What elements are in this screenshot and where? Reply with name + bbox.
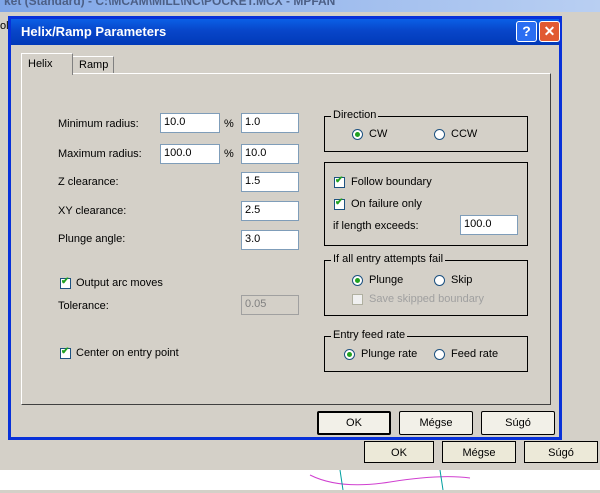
tolerance-label: Tolerance:: [58, 300, 109, 312]
on-failure-only-label: On failure only: [351, 198, 422, 210]
entry-fail-group-title: If all entry attempts fail: [331, 253, 446, 265]
direction-group: Direction CW CCW: [324, 109, 528, 152]
follow-boundary-label: Follow boundary: [351, 176, 432, 188]
background-graphics-area: [0, 469, 600, 491]
help-button[interactable]: Súgó: [481, 411, 555, 435]
follow-boundary-checkbox[interactable]: [334, 175, 345, 188]
background-ok-button[interactable]: OK: [364, 441, 434, 463]
percent-sign: %: [224, 118, 234, 130]
plunge-angle-input[interactable]: 3.0: [241, 230, 299, 250]
output-arc-moves-label: Output arc moves: [76, 277, 163, 289]
dialog-title: Helix/Ramp Parameters: [21, 24, 167, 39]
background-window-title-bar: ket (Standard) - C:\MCAM\MILL\NC\POCKET.…: [0, 0, 600, 12]
toolpath-preview: [309, 469, 471, 491]
tab-helix[interactable]: Helix: [21, 53, 73, 75]
direction-ccw-radio[interactable]: [434, 129, 445, 140]
background-help-button[interactable]: Súgó: [524, 441, 598, 463]
feed-rate-group: Entry feed rate Plunge rate Feed rate: [324, 329, 528, 372]
boundary-group: Follow boundary On failure only if lengt…: [324, 162, 528, 246]
skip-label: Skip: [451, 274, 473, 286]
help-icon[interactable]: ?: [516, 21, 537, 42]
direction-ccw-label: CCW: [451, 128, 478, 140]
direction-group-title: Direction: [331, 109, 379, 121]
min-radius-label: Minimum radius:: [58, 118, 139, 130]
feed-rate-radio[interactable]: [434, 349, 445, 360]
cancel-button[interactable]: Mégse: [399, 411, 473, 435]
feed-rate-group-title: Entry feed rate: [331, 329, 408, 341]
tolerance-input[interactable]: 0.05: [241, 295, 299, 315]
max-radius-label: Maximum radius:: [58, 148, 142, 160]
center-on-entry-checkbox[interactable]: [60, 346, 71, 359]
background-window-title: ket (Standard) - C:\MCAM\MILL\NC\POCKET.…: [4, 0, 336, 8]
percent-sign: %: [224, 148, 234, 160]
center-on-entry-label: Center on entry point: [76, 347, 179, 359]
background-window-side: [570, 14, 600, 444]
direction-cw-radio[interactable]: [352, 129, 363, 140]
save-skipped-label: Save skipped boundary: [369, 293, 484, 305]
direction-cw-label: CW: [369, 128, 388, 140]
plunge-rate-radio[interactable]: [344, 349, 355, 360]
skip-radio[interactable]: [434, 275, 445, 286]
z-clearance-input[interactable]: 1.5: [241, 172, 299, 192]
close-icon[interactable]: ✕: [539, 21, 560, 42]
plunge-label: Plunge: [369, 274, 404, 286]
max-radius-percent-input[interactable]: 10.0: [241, 144, 299, 164]
max-radius-input[interactable]: 100.0: [160, 144, 220, 164]
plunge-radio[interactable]: [352, 275, 363, 286]
plunge-angle-label: Plunge angle:: [58, 233, 126, 245]
save-skipped-checkbox[interactable]: [352, 294, 363, 305]
min-radius-input[interactable]: 10.0: [160, 113, 220, 133]
plunge-rate-label: Plunge rate: [361, 348, 418, 360]
length-exceeds-label: if length exceeds:: [333, 220, 419, 232]
dialog-title-bar[interactable]: Helix/Ramp Parameters ? ✕: [11, 19, 560, 45]
z-clearance-label: Z clearance:: [58, 176, 119, 188]
on-failure-only-checkbox[interactable]: [334, 197, 345, 210]
entry-fail-group: If all entry attempts fail Plunge Skip S…: [324, 253, 528, 316]
length-exceeds-input[interactable]: 100.0: [460, 215, 518, 235]
helix-tab-panel: Minimum radius: 10.0 % 1.0 Maximum radiu…: [21, 73, 551, 405]
feed-rate-label: Feed rate: [451, 348, 499, 360]
helix-ramp-dialog: Helix/Ramp Parameters ? ✕ Helix Ramp Min…: [8, 16, 562, 440]
output-arc-moves-checkbox[interactable]: [60, 276, 71, 289]
min-radius-percent-input[interactable]: 1.0: [241, 113, 299, 133]
background-cancel-button[interactable]: Mégse: [442, 441, 516, 463]
ok-button[interactable]: OK: [317, 411, 391, 435]
tab-ramp[interactable]: Ramp: [72, 56, 114, 74]
xy-clearance-input[interactable]: 2.5: [241, 201, 299, 221]
xy-clearance-label: XY clearance:: [58, 205, 127, 217]
